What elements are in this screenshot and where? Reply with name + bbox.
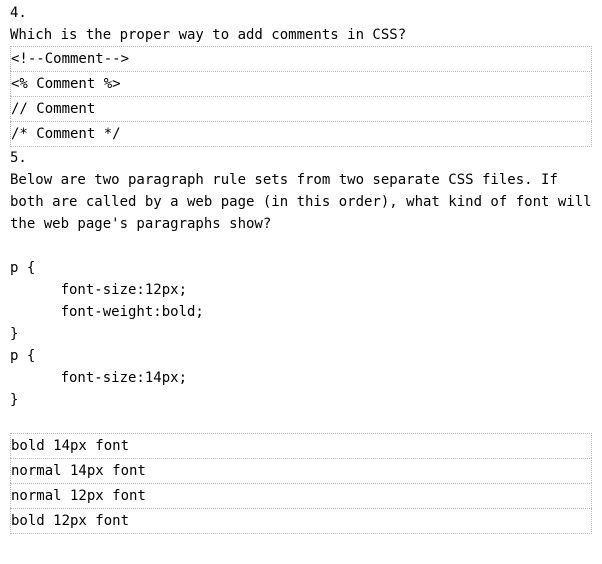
- question-prompt: Which is the proper way to add comments …: [10, 24, 592, 46]
- answer-option[interactable]: <% Comment %>: [10, 71, 592, 96]
- answer-option[interactable]: normal 14px font: [10, 458, 592, 483]
- answer-option[interactable]: normal 12px font: [10, 483, 592, 508]
- question-number: 4.: [10, 2, 592, 24]
- answer-option[interactable]: <!--Comment-->: [10, 46, 592, 71]
- answer-list: bold 14px font normal 14px font normal 1…: [10, 433, 592, 534]
- question-number: 5.: [10, 147, 592, 169]
- answer-option[interactable]: // Comment: [10, 96, 592, 121]
- question-prompt: Below are two paragraph rule sets from t…: [10, 169, 592, 235]
- answer-option[interactable]: bold 14px font: [10, 433, 592, 458]
- code-block: p { font-size:12px; font-weight:bold; } …: [10, 257, 592, 411]
- answer-option[interactable]: /* Comment */: [10, 121, 592, 147]
- code-text: p { font-size:12px; font-weight:bold; } …: [10, 257, 592, 411]
- answer-option[interactable]: bold 12px font: [10, 508, 592, 534]
- answer-list: <!--Comment--> <% Comment %> // Comment …: [10, 46, 592, 147]
